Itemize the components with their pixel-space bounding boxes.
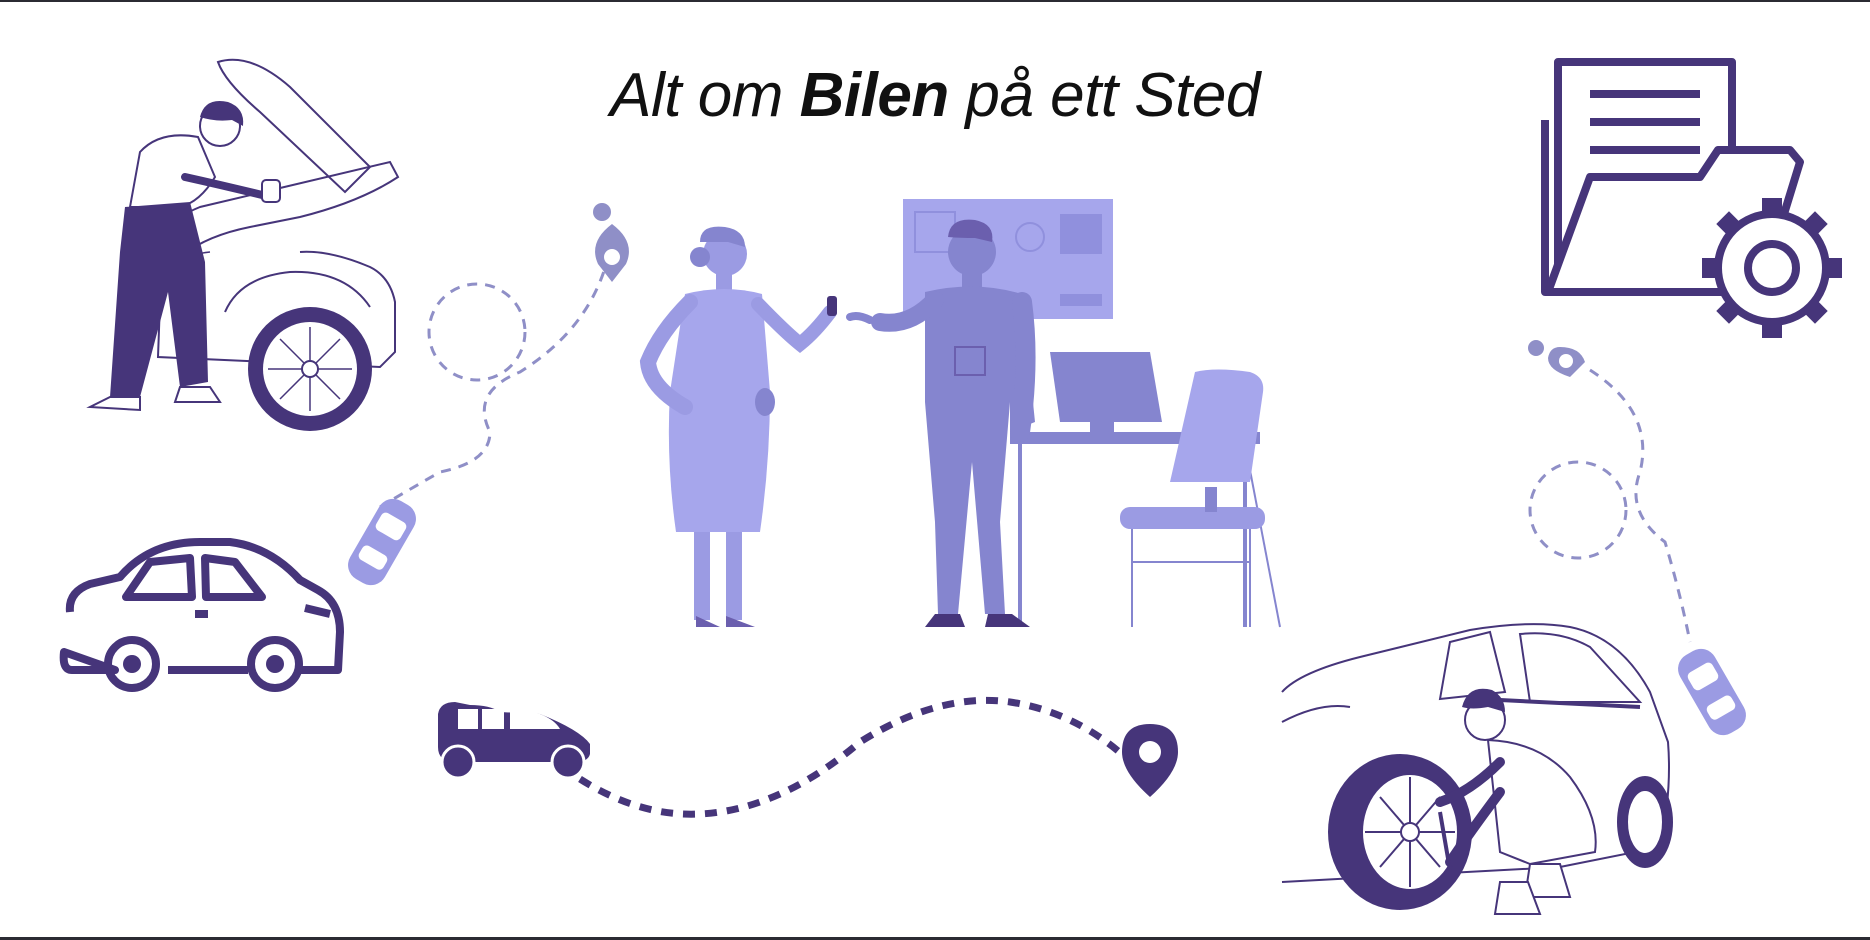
mechanic-under-hood [86,58,400,431]
small-car-icon-right [1678,648,1746,736]
illustration [59,58,1842,915]
car-outline-icon [59,538,344,692]
dashed-road [578,696,1153,818]
dashed-route-right [1528,368,1692,643]
location-pin-icon-bottom [1122,724,1178,797]
tire-change-mechanic [1281,623,1673,915]
route-car-icon [438,702,590,780]
car-key-handover-scene [639,199,1281,628]
dashed-route-left [379,236,614,509]
location-pin-icon [593,203,629,282]
location-pin-icon-right [1528,340,1585,377]
hero-banner: Alt om Bilen på ett Sted [0,0,1870,940]
folder-gear-icon [1541,58,1830,326]
small-car-icon-left [348,498,416,586]
